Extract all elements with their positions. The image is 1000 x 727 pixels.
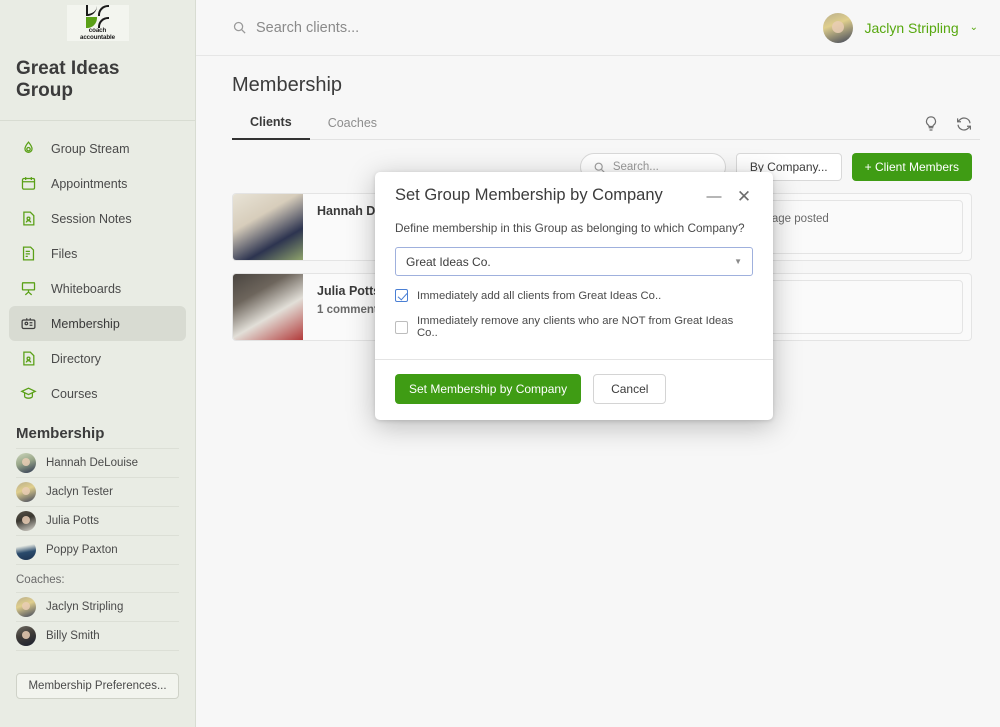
sidebar: coach accountable Great Ideas Group Grou… <box>0 0 196 727</box>
app-window: coach accountable Great Ideas Group Grou… <box>0 0 1000 727</box>
checkbox-add-all-clients[interactable]: Immediately add all clients from Great I… <box>395 289 753 302</box>
add-client-members-button[interactable]: + Client Members <box>851 153 972 181</box>
file-list-icon <box>22 246 35 261</box>
tab-clients[interactable]: Clients <box>232 111 310 140</box>
sidebar-item-membership[interactable]: Membership <box>9 306 186 341</box>
list-item[interactable]: Billy Smith <box>16 621 179 650</box>
id-badge-icon <box>21 318 36 330</box>
membership-preferences-button[interactable]: Membership Preferences... <box>16 673 179 699</box>
sidebar-label-appointments: Appointments <box>51 176 128 191</box>
brand-logo[interactable]: coach accountable <box>0 0 195 44</box>
avatar <box>16 511 36 531</box>
client-photo <box>233 194 303 260</box>
member-name: Jaclyn Tester <box>46 486 113 498</box>
avatar <box>16 626 36 646</box>
member-name: Poppy Paxton <box>46 544 118 556</box>
sidebar-coaches-heading: Coaches: <box>16 564 179 592</box>
membership-preferences-wrap: Membership Preferences... <box>0 651 195 699</box>
avatar <box>16 453 36 473</box>
member-name: Julia Potts <box>46 515 100 527</box>
tab-coaches[interactable]: Coaches <box>310 112 395 139</box>
set-membership-dialog: Set Group Membership by Company — ✕ Defi… <box>375 172 773 420</box>
dialog-prompt: Define membership in this Group as belon… <box>395 221 745 235</box>
company-select-value: Great Ideas Co. <box>406 254 491 269</box>
tab-bar: Clients Coaches <box>232 111 980 140</box>
refresh-icon[interactable] <box>955 115 973 133</box>
note-person-icon <box>23 211 35 226</box>
user-name: Jaclyn Stripling <box>864 19 959 36</box>
tab-bar-icons <box>922 115 980 139</box>
lightbulb-icon[interactable] <box>922 115 940 133</box>
sidebar-label-files: Files <box>51 246 78 261</box>
checkbox-icon-checked <box>395 289 408 302</box>
sidebar-label-group-stream: Group Stream <box>51 141 130 156</box>
close-icon[interactable]: ✕ <box>733 186 755 208</box>
list-item[interactable]: Poppy Paxton <box>16 535 179 564</box>
list-item[interactable]: Hannah DeLouise <box>16 448 179 477</box>
member-name: Billy Smith <box>46 630 100 642</box>
graduation-cap-icon <box>20 387 37 399</box>
global-search-placeholder: Search clients... <box>256 19 360 36</box>
dialog-header: Set Group Membership by Company — ✕ <box>375 172 773 208</box>
dialog-footer: Set Membership by Company Cancel <box>375 359 773 420</box>
list-item[interactable]: Jaclyn Stripling <box>16 592 179 621</box>
logo-wordmark: coach accountable <box>79 27 115 41</box>
calendar-icon <box>21 177 36 190</box>
avatar <box>16 482 36 502</box>
checkbox-remove-non-company-clients[interactable]: Immediately remove any clients who are N… <box>395 315 753 339</box>
chevron-down-icon: ▼ <box>734 257 742 266</box>
checkbox-icon-unchecked <box>395 320 408 334</box>
sidebar-item-courses[interactable]: Courses <box>9 376 186 411</box>
sidebar-member-list: Hannah DeLouise Jaclyn Tester Julia Pott… <box>0 448 195 651</box>
sidebar-item-appointments[interactable]: Appointments <box>9 166 186 201</box>
user-menu[interactable]: Jaclyn Stripling ⌄ <box>823 12 978 43</box>
sidebar-label-directory: Directory <box>51 351 102 366</box>
logo-leaf-icon <box>86 4 109 16</box>
member-name: Jaclyn Stripling <box>46 601 124 613</box>
checkbox-label: Immediately add all clients from Great I… <box>417 289 662 302</box>
dialog-title: Set Group Membership by Company <box>395 186 663 204</box>
document-person-icon <box>23 351 35 366</box>
sidebar-item-directory[interactable]: Directory <box>9 341 186 376</box>
client-photo <box>233 274 303 340</box>
page-title: Membership <box>232 74 343 96</box>
sidebar-item-files[interactable]: Files <box>9 236 186 271</box>
list-item[interactable]: Julia Potts <box>16 506 179 535</box>
dialog-body: Define membership in this Group as belon… <box>375 208 773 339</box>
logo-text-accountable: accountable <box>79 33 115 41</box>
sidebar-label-membership: Membership <box>51 316 120 331</box>
minimize-button[interactable]: — <box>703 186 725 208</box>
list-item[interactable]: Jaclyn Tester <box>16 477 179 506</box>
sidebar-item-group-stream[interactable]: Group Stream <box>9 131 186 166</box>
avatar <box>823 12 854 43</box>
coach-accountable-logo: coach accountable <box>66 4 129 41</box>
easel-icon <box>21 282 36 296</box>
cancel-button[interactable]: Cancel <box>593 374 667 404</box>
sidebar-item-whiteboards[interactable]: Whiteboards <box>9 271 186 306</box>
sidebar-item-session-notes[interactable]: Session Notes <box>9 201 186 236</box>
sidebar-label-courses: Courses <box>51 386 98 401</box>
chevron-down-icon: ⌄ <box>969 22 978 33</box>
avatar <box>16 540 36 560</box>
set-membership-by-company-button[interactable]: Set Membership by Company <box>395 374 582 404</box>
avatar <box>16 597 36 617</box>
sidebar-label-session-notes: Session Notes <box>51 211 132 226</box>
drop-icon <box>24 141 33 154</box>
group-title: Great Ideas Group <box>0 44 195 121</box>
checkbox-label: Immediately remove any clients who are N… <box>417 315 734 339</box>
company-select[interactable]: Great Ideas Co. ▼ <box>395 247 753 276</box>
global-search[interactable]: Search clients... <box>232 20 823 36</box>
search-icon <box>233 21 246 34</box>
sidebar-membership-heading: Membership <box>16 425 105 442</box>
sidebar-label-whiteboards: Whiteboards <box>51 281 122 296</box>
topbar: Search clients... Jaclyn Stripling ⌄ <box>196 0 1000 56</box>
member-name: Hannah DeLouise <box>46 457 139 469</box>
sidebar-nav: Group Stream Appointments Session Notes <box>0 121 195 415</box>
